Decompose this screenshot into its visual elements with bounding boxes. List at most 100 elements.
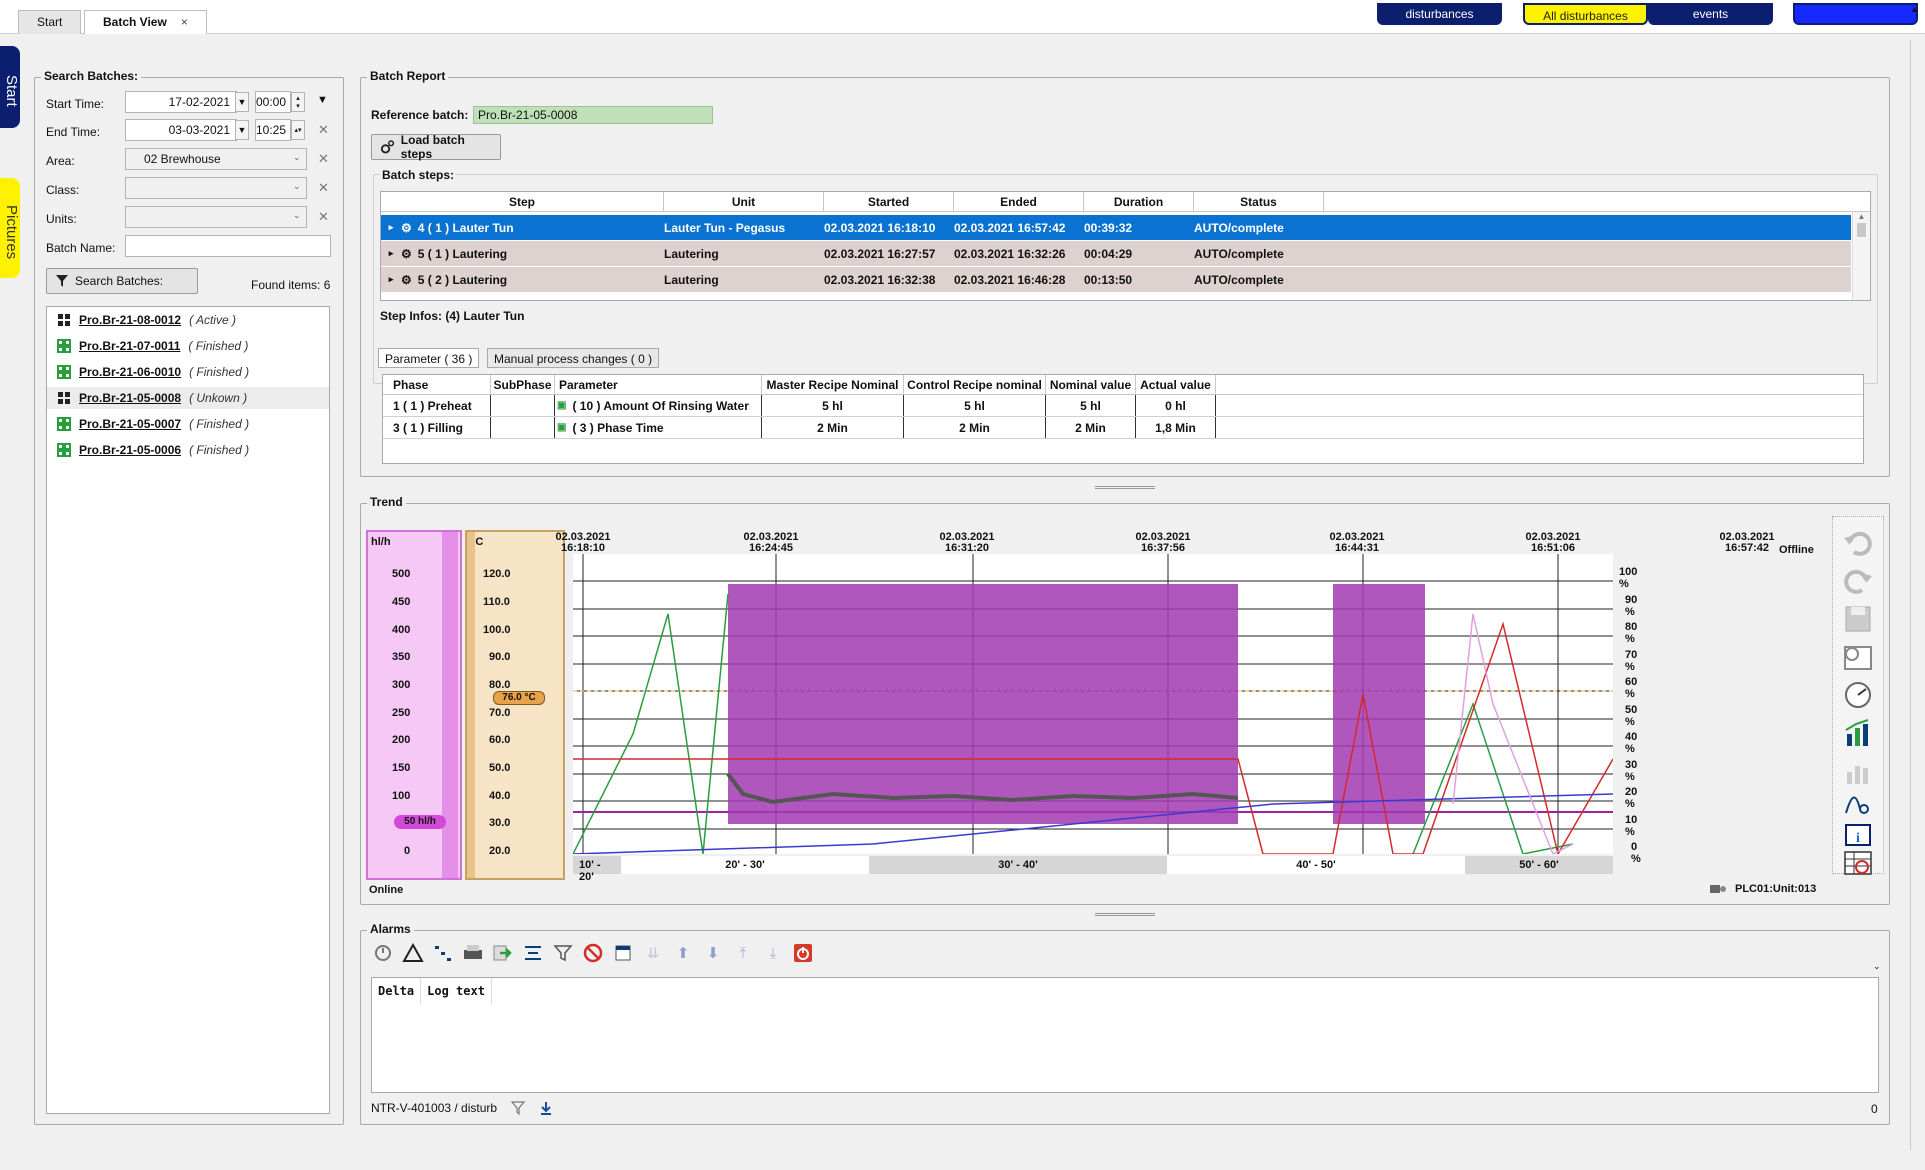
document-icon[interactable] <box>611 941 635 965</box>
tab-parameter[interactable]: Parameter ( 36 ) <box>378 348 480 368</box>
col-duration[interactable]: Duration <box>1084 192 1194 211</box>
gauge-icon[interactable] <box>1837 677 1879 713</box>
save-icon[interactable] <box>1837 601 1879 637</box>
export-icon[interactable] <box>491 941 515 965</box>
col-parameter[interactable]: Parameter <box>555 375 762 394</box>
clock-refresh-icon[interactable] <box>371 941 395 965</box>
load-batch-steps-button[interactable]: Load batch steps <box>371 133 501 161</box>
batch-link[interactable]: Pro.Br-21-06-0010 <box>79 365 181 379</box>
temperature-cursor-marker[interactable]: 76.0 °C <box>493 691 545 705</box>
redo-icon[interactable] <box>1837 563 1879 599</box>
col-started[interactable]: Started <box>824 192 954 211</box>
col-phase[interactable]: Phase <box>383 375 491 394</box>
undo-icon[interactable] <box>1837 525 1879 561</box>
batch-name-input[interactable] <box>125 235 331 257</box>
no-entry-icon[interactable] <box>581 941 605 965</box>
batch-link[interactable]: Pro.Br-21-05-0007 <box>79 417 181 431</box>
start-hour-spinner-icon[interactable]: ▴ ▾ <box>291 92 305 112</box>
align-icon[interactable] <box>521 941 545 965</box>
batch-list-item[interactable]: Pro.Br-21-06-0010 ( Finished ) <box>57 361 249 383</box>
download-icon[interactable] <box>539 1101 553 1115</box>
segment[interactable]: 20' - 30' <box>621 856 869 874</box>
class-select[interactable] <box>125 177 307 199</box>
toolbar-overflow-icon[interactable]: ⌄ <box>1873 961 1881 972</box>
area-select[interactable]: 02 Brewhouse <box>125 148 307 170</box>
segment[interactable]: 10' - 20' <box>573 856 621 883</box>
clear-end-time-icon[interactable]: ✕ <box>318 122 329 138</box>
col-status[interactable]: Status <box>1194 192 1324 211</box>
table-chart-icon[interactable] <box>1837 845 1879 881</box>
print-icon[interactable] <box>461 941 485 965</box>
scroll-thumb[interactable] <box>1857 223 1866 237</box>
class-chevron-down-icon[interactable]: ⌄ <box>293 181 301 192</box>
table-row[interactable]: 3 ( 1 ) Filling ▣( 3 ) Phase Time 2 Min … <box>383 417 1863 439</box>
start-date-dropdown-icon[interactable]: ▼ <box>235 92 249 112</box>
start-date-field[interactable]: 17-02-2021 <box>125 91 237 113</box>
col-subphase[interactable]: SubPhase <box>491 375 555 394</box>
start-hour-field[interactable]: 00:00 <box>255 91 291 113</box>
splitter-handle[interactable] <box>1095 486 1155 489</box>
end-date-field[interactable]: 03-03-2021 <box>125 119 237 141</box>
tab-manual-process-changes[interactable]: Manual process changes ( 0 ) <box>487 348 660 368</box>
reference-batch-field[interactable]: Pro.Br-21-05-0008 <box>473 106 713 124</box>
sort-icon[interactable] <box>431 941 455 965</box>
splitter-handle[interactable] <box>1095 913 1155 916</box>
col-unit[interactable]: Unit <box>664 192 824 211</box>
expand-row-icon[interactable]: ▸ <box>381 215 401 240</box>
expand-row-icon[interactable]: ▸ <box>381 241 401 266</box>
batch-list-item[interactable]: Pro.Br-21-07-0011 ( Finished ) <box>57 335 248 357</box>
flow-cursor-marker[interactable]: 50 hl/h <box>394 815 446 829</box>
table-row[interactable]: ▸ ⚙ 4 ( 1 ) Lauter Tun Lauter Tun - Pegas… <box>381 215 1851 241</box>
clear-area-icon[interactable]: ✕ <box>318 151 329 167</box>
segment[interactable]: 50' - 60' <box>1465 856 1613 874</box>
tab-start[interactable]: Start <box>18 10 82 34</box>
table-row[interactable]: 1 ( 1 ) Preheat ▣ ( 10 ) Amount Of Rinsin… <box>383 395 1863 417</box>
batch-list-item-selected[interactable]: Pro.Br-21-05-0008 ( Unkown ) <box>47 387 329 409</box>
segment[interactable]: 30' - 40' <box>869 856 1167 874</box>
power-icon[interactable] <box>791 941 815 965</box>
disturbances-tab[interactable]: disturbances <box>1377 3 1502 25</box>
arrow-down-icon[interactable]: ⬇ <box>701 941 725 965</box>
batch-link[interactable]: Pro.Br-21-05-0008 <box>79 391 181 405</box>
expand-row-icon[interactable]: ▸ <box>381 267 401 292</box>
calendar-icon[interactable] <box>1837 639 1879 675</box>
table-row[interactable]: ▸ ⚙ 5 ( 1 ) Lautering Lautering 02.03.202… <box>381 241 1851 267</box>
disabled-chart-icon[interactable] <box>1837 753 1879 789</box>
expand-chevron-icon[interactable]: ▼ <box>317 94 328 106</box>
arrow-top-icon[interactable]: ⤒ <box>731 941 755 965</box>
end-hour-spinner-icon[interactable]: ▴▾ <box>291 120 305 140</box>
end-date-dropdown-icon[interactable]: ▼ <box>235 120 249 140</box>
side-tab-start[interactable]: Start <box>0 46 20 128</box>
arrow-up-icon[interactable]: ⬆ <box>671 941 695 965</box>
col-master-recipe[interactable]: Master Recipe Nominal <box>762 375 904 394</box>
search-batches-button[interactable]: Search Batches: <box>46 268 198 294</box>
all-disturbances-tab[interactable]: All disturbances <box>1523 3 1648 25</box>
col-control-recipe[interactable]: Control Recipe nominal <box>904 375 1046 394</box>
col-actual-value[interactable]: Actual value <box>1136 375 1216 394</box>
filter-icon[interactable] <box>551 941 575 965</box>
filter-icon[interactable] <box>511 1101 526 1115</box>
tab-batch-view[interactable]: Batch View × <box>84 10 207 34</box>
batch-link[interactable]: Pro.Br-21-08-0012 <box>79 313 181 327</box>
col-log-text[interactable]: Log text <box>421 978 492 1004</box>
scroll-arrow-icon[interactable]: ▴ <box>1912 4 1917 15</box>
arrow-bottom-icon[interactable]: ⤓ <box>761 941 785 965</box>
bar-chart-icon[interactable] <box>1837 715 1879 751</box>
clear-units-icon[interactable]: ✕ <box>318 209 329 225</box>
col-step[interactable]: Step <box>381 192 664 211</box>
segment[interactable]: 40' - 50' <box>1167 856 1465 874</box>
close-tab-icon[interactable]: × <box>181 15 188 29</box>
side-tab-pictures[interactable]: Pictures <box>0 178 20 278</box>
batch-list-item[interactable]: Pro.Br-21-05-0006 ( Finished ) <box>57 439 249 461</box>
end-hour-field[interactable]: 10:25 <box>255 119 291 141</box>
blue-function-tab[interactable] <box>1793 3 1918 25</box>
arrow-down-double-icon[interactable]: ⇊ <box>641 941 665 965</box>
table-row[interactable]: ▸ ⚙ 5 ( 2 ) Lautering Lautering 02.03.202… <box>381 267 1851 293</box>
col-delta[interactable]: Delta <box>372 978 422 1004</box>
units-select[interactable] <box>125 206 307 228</box>
right-edge-scrollbar[interactable] <box>1910 40 1920 1150</box>
batch-link[interactable]: Pro.Br-21-05-0006 <box>79 443 181 457</box>
area-chevron-down-icon[interactable]: ⌄ <box>293 152 301 163</box>
col-nominal-value[interactable]: Nominal value <box>1046 375 1136 394</box>
steps-scrollbar[interactable]: ▲ <box>1852 212 1870 300</box>
